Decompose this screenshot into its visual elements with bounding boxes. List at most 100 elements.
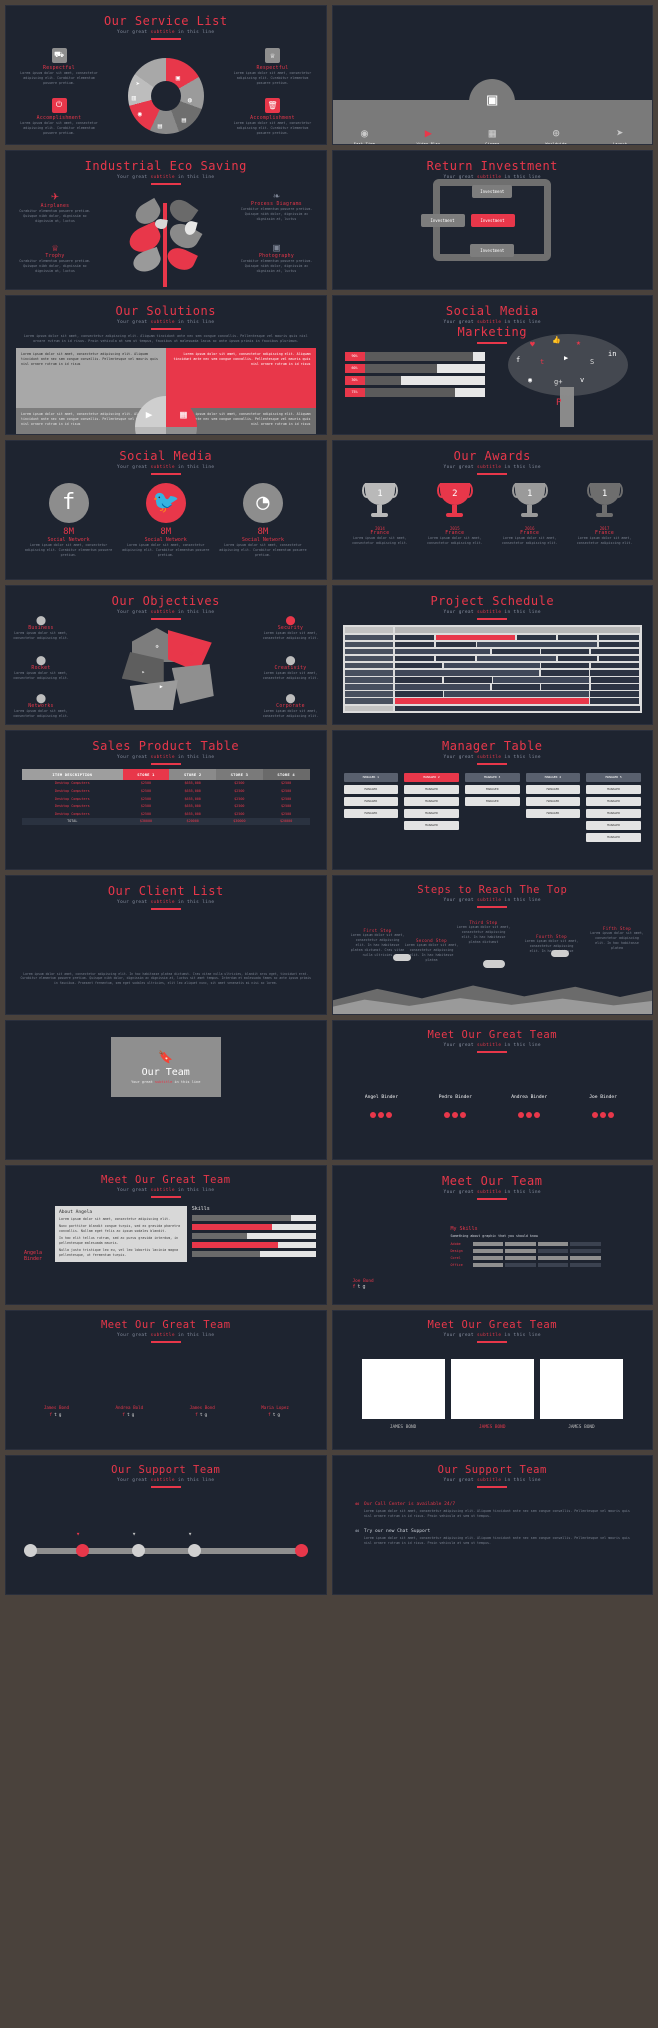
slide-our-objectives[interactable]: Our Objectives Your great subtitle in th… [5,585,327,725]
social-dot[interactable] [600,1111,607,1118]
skill-row[interactable]: Corel [451,1255,601,1260]
objective-0[interactable]: ⬤ Business Lorem ipsum dolor sit amet, c… [12,616,70,641]
slide-our-team-cover[interactable]: 🔖 Our Team Your great subtitle in this l… [5,1020,327,1160]
bar-row-3[interactable]: 75% [344,387,486,397]
social-dot[interactable] [534,1111,541,1118]
bar-row-2[interactable]: 30% [344,375,486,385]
social-dot[interactable] [444,1111,451,1118]
skill-bar[interactable] [191,1214,316,1221]
investment-box-0[interactable]: Investment [472,185,513,198]
step-1[interactable]: Second Step Lorem ipsum dolor sit amet, … [405,938,459,963]
slide-project-schedule[interactable]: Project Schedule Your great subtitle in … [331,585,653,725]
slide-our-solutions[interactable]: Our Solutions Your great subtitle in thi… [5,295,327,435]
member-socials[interactable] [566,1103,640,1122]
team-card-2[interactable]: JAMES BOND [539,1358,624,1430]
skill-bar[interactable] [191,1232,316,1239]
manager-column-2[interactable]: MANAGER 3 MANAGER MANAGER [464,772,520,845]
slide-meet-our-great-team-3[interactable]: Meet Our Great Team Your great subtitle … [5,1310,327,1450]
skill-bar[interactable] [191,1241,316,1248]
social-links[interactable]: ftg [94,1413,164,1418]
step-4[interactable]: Fifth Step Lorem ipsum dolor sit amet, c… [590,926,644,951]
sales-table[interactable]: ITEM DESCRIPTION STORE 1 STORE 2 STORE 3… [21,768,310,826]
timeline-node[interactable] [76,1544,89,1557]
slide-steps-to-reach-the-top[interactable]: Steps to Reach The Top Your great subtit… [331,875,653,1015]
feature-3[interactable]: ⊕ Worldwide Lorem ipsum dolor sit amet, … [527,126,585,144]
social-links[interactable]: ftg [353,1284,374,1290]
team-member-0[interactable]: James Bond ftg [21,1405,91,1418]
slide-meet-our-great-team-4[interactable]: Meet Our Great Team Your great subtitle … [331,1310,653,1450]
award-1[interactable]: 2 2015 France Lorem ipsum dolor sit amet… [420,482,489,546]
slide-manager-table[interactable]: Manager Table Your great subtitle in thi… [331,730,653,870]
google-icon[interactable]: g [277,1413,282,1418]
investment-box-1[interactable]: Investment [420,214,465,227]
manager-column-4[interactable]: MANAGER 5 MANAGER MANAGER MANAGER MANAGE… [586,772,641,845]
social-network-1[interactable]: 🐦 8M Social Network Lorem ipsum dolor si… [122,482,209,558]
objective-1[interactable]: ⬤ Rocket Lorem ipsum dolor sit amet, con… [12,656,70,681]
slide-sales-product-table[interactable]: Sales Product Table Your great subtitle … [5,730,327,870]
social-dot[interactable] [518,1111,525,1118]
faq-0[interactable]: ❝ Our Call Center is available 24/7 Lore… [355,1502,631,1519]
manager-column-1[interactable]: MANAGER 2 MANAGER MANAGER MANAGER MANAGE… [404,772,459,845]
bar-row-1[interactable]: 60% [344,363,486,373]
team-card-1[interactable]: JAMES BOND [450,1358,534,1430]
slide-meet-our-team[interactable]: Meet Our Team Your great subtitle in thi… [331,1165,653,1305]
feature-1[interactable]: ▶ Video Play Lorem ipsum dolor sit amet,… [400,126,458,144]
timeline-node[interactable] [132,1544,145,1557]
google-icon[interactable]: g [205,1413,210,1418]
social-network-0[interactable]: f 8M Social Network Lorem ipsum dolor si… [25,482,112,558]
service-item-2[interactable]: ⏻ Accomplishment Lorem ipsum dolor sit a… [18,97,100,136]
team-member-1[interactable]: Andrea Bold ftg [94,1405,164,1418]
slide-return-investment[interactable]: Return Investment Your great subtitle in… [331,150,653,290]
team-member-1[interactable]: Pedro Binder [418,1095,492,1122]
slide-social-media[interactable]: Social Media Your great subtitle in this… [5,440,327,580]
step-2[interactable]: Third Step Lorem ipsum dolor sit amet, c… [457,920,511,945]
objective-2[interactable]: ⬤ Networks Lorem ipsum dolor sit amet, c… [12,694,70,719]
service-item-1[interactable]: ♕ Respectful Lorem ipsum dolor sit amet,… [232,47,314,86]
person-block[interactable]: Joe Bond ftg [353,1279,374,1290]
slide-our-client-list[interactable]: Our Client List Your great subtitle in t… [5,875,327,1015]
social-dot[interactable] [378,1111,385,1118]
google-icon[interactable]: g [363,1284,368,1290]
member-socials[interactable] [492,1103,566,1122]
service-item-3[interactable]: 🗑 Accomplishment Lorem ipsum dolor sit a… [232,97,314,136]
google-icon[interactable]: g [59,1413,64,1418]
skill-row[interactable]: Adobe [451,1241,601,1246]
manager-column-3[interactable]: MANAGER 4 MANAGER MANAGER MANAGER [525,772,581,845]
slide-social-media-marketing[interactable]: Social Media Your great subtitle in this… [331,295,653,435]
feature-0[interactable]: ◉ Fast Time Lorem ipsum dolor sit amet, … [336,126,394,144]
award-3[interactable]: 1 2017 France Lorem ipsum dolor sit amet… [570,482,639,546]
timeline-node[interactable] [294,1544,308,1557]
social-dot[interactable] [460,1111,467,1118]
solution-quadrant-0[interactable]: Lorem ipsum dolor sit amet, consectetur … [16,348,166,409]
award-0[interactable]: 1 2014 France Lorem ipsum dolor sit amet… [346,482,415,546]
person-block[interactable]: Angela Binder [16,1206,50,1263]
team-card-0[interactable]: JAMES BOND [361,1358,445,1430]
social-dot[interactable] [386,1111,393,1118]
team-member-2[interactable]: James Bond ftg [167,1405,237,1418]
objective-5[interactable]: ⬤ Corporate Lorem ipsum dolor sit amet, … [262,694,320,719]
bar-row-0[interactable]: 90% [344,351,486,361]
slide-meet-our-great-team-1[interactable]: Meet Our Great Team Your great subtitle … [331,1020,653,1160]
service-item-0[interactable]: ⛟ Respectful Lorem ipsum dolor sit amet,… [18,47,100,86]
social-links[interactable]: ftg [167,1413,237,1418]
timeline-node[interactable] [24,1544,37,1557]
member-socials[interactable] [345,1103,419,1122]
slide-industrial-eco-saving[interactable]: Industrial Eco Saving Your great subtitl… [5,150,327,290]
social-dot[interactable] [592,1111,599,1118]
award-2[interactable]: 1 2016 France Lorem ipsum dolor sit amet… [495,482,564,546]
skill-bar[interactable] [191,1223,316,1230]
objective-3[interactable]: ⬤ Security Lorem ipsum dolor sit amet, c… [262,616,320,641]
feature-4[interactable]: ➤ Launch Lorem ipsum dolor sit amet, con… [591,126,649,144]
social-network-2[interactable]: ◔ 8M Social Network Lorem ipsum dolor si… [219,482,307,558]
timeline-node[interactable] [188,1544,201,1557]
slide-our-service-list[interactable]: Our Service List Your great subtitle in … [5,5,327,145]
team-cover-card[interactable]: 🔖 Our Team Your great subtitle in this l… [110,1037,221,1097]
faq-1[interactable]: ❝ Try our new Chat Support Lorem ipsum d… [355,1529,631,1546]
eco-item-0[interactable]: ✈ Airplanes Curabitur elementum posuere … [14,189,96,224]
team-member-3[interactable]: Joe Binder [566,1095,640,1122]
eco-item-3[interactable]: ▣ Photography Curabitur elementum posuer… [236,241,318,274]
table-row[interactable]: Desktop Computers $2500 $655,000 $2500 $2500 [22,802,310,810]
team-member-2[interactable]: Andrea Binder [492,1095,566,1122]
google-icon[interactable]: g [132,1413,137,1418]
objective-4[interactable]: ⬤ Creativity Lorem ipsum dolor sit amet,… [262,656,320,681]
